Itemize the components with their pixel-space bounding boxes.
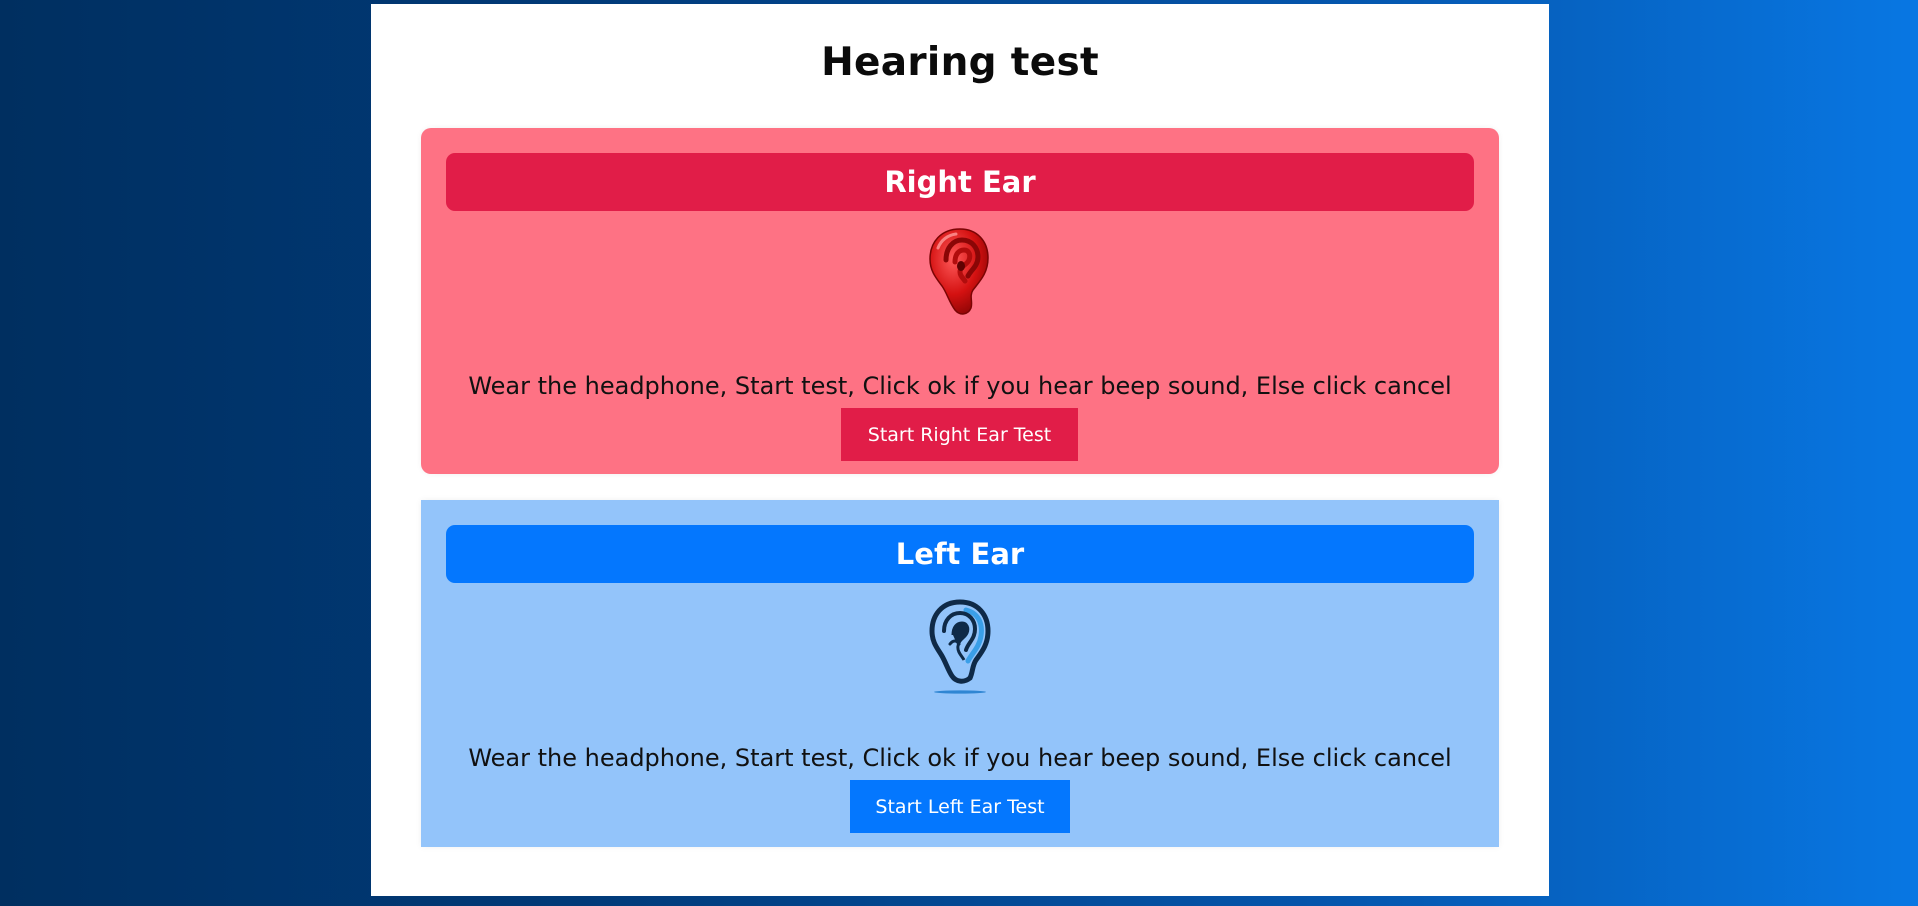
left-ear-heading: Left Ear [446,525,1474,583]
right-ear-heading: Right Ear [446,153,1474,211]
left-ear-card: Left Ear Wear the headphone, Start test,… [421,500,1499,847]
hearing-test-panel: Hearing test Right Ear Wear the headphon… [371,4,1549,896]
left-ear-icon [929,599,991,694]
left-ear-instructions: Wear the headphone, Start test, Click ok… [468,744,1452,772]
start-left-ear-test-button[interactable]: Start Left Ear Test [850,780,1070,833]
right-ear-icon [929,228,989,315]
page-title: Hearing test [821,40,1099,85]
right-ear-instructions: Wear the headphone, Start test, Click ok… [468,372,1452,400]
right-ear-card: Right Ear Wear the headphone, Start test… [421,128,1499,474]
start-right-ear-test-button[interactable]: Start Right Ear Test [841,408,1078,461]
